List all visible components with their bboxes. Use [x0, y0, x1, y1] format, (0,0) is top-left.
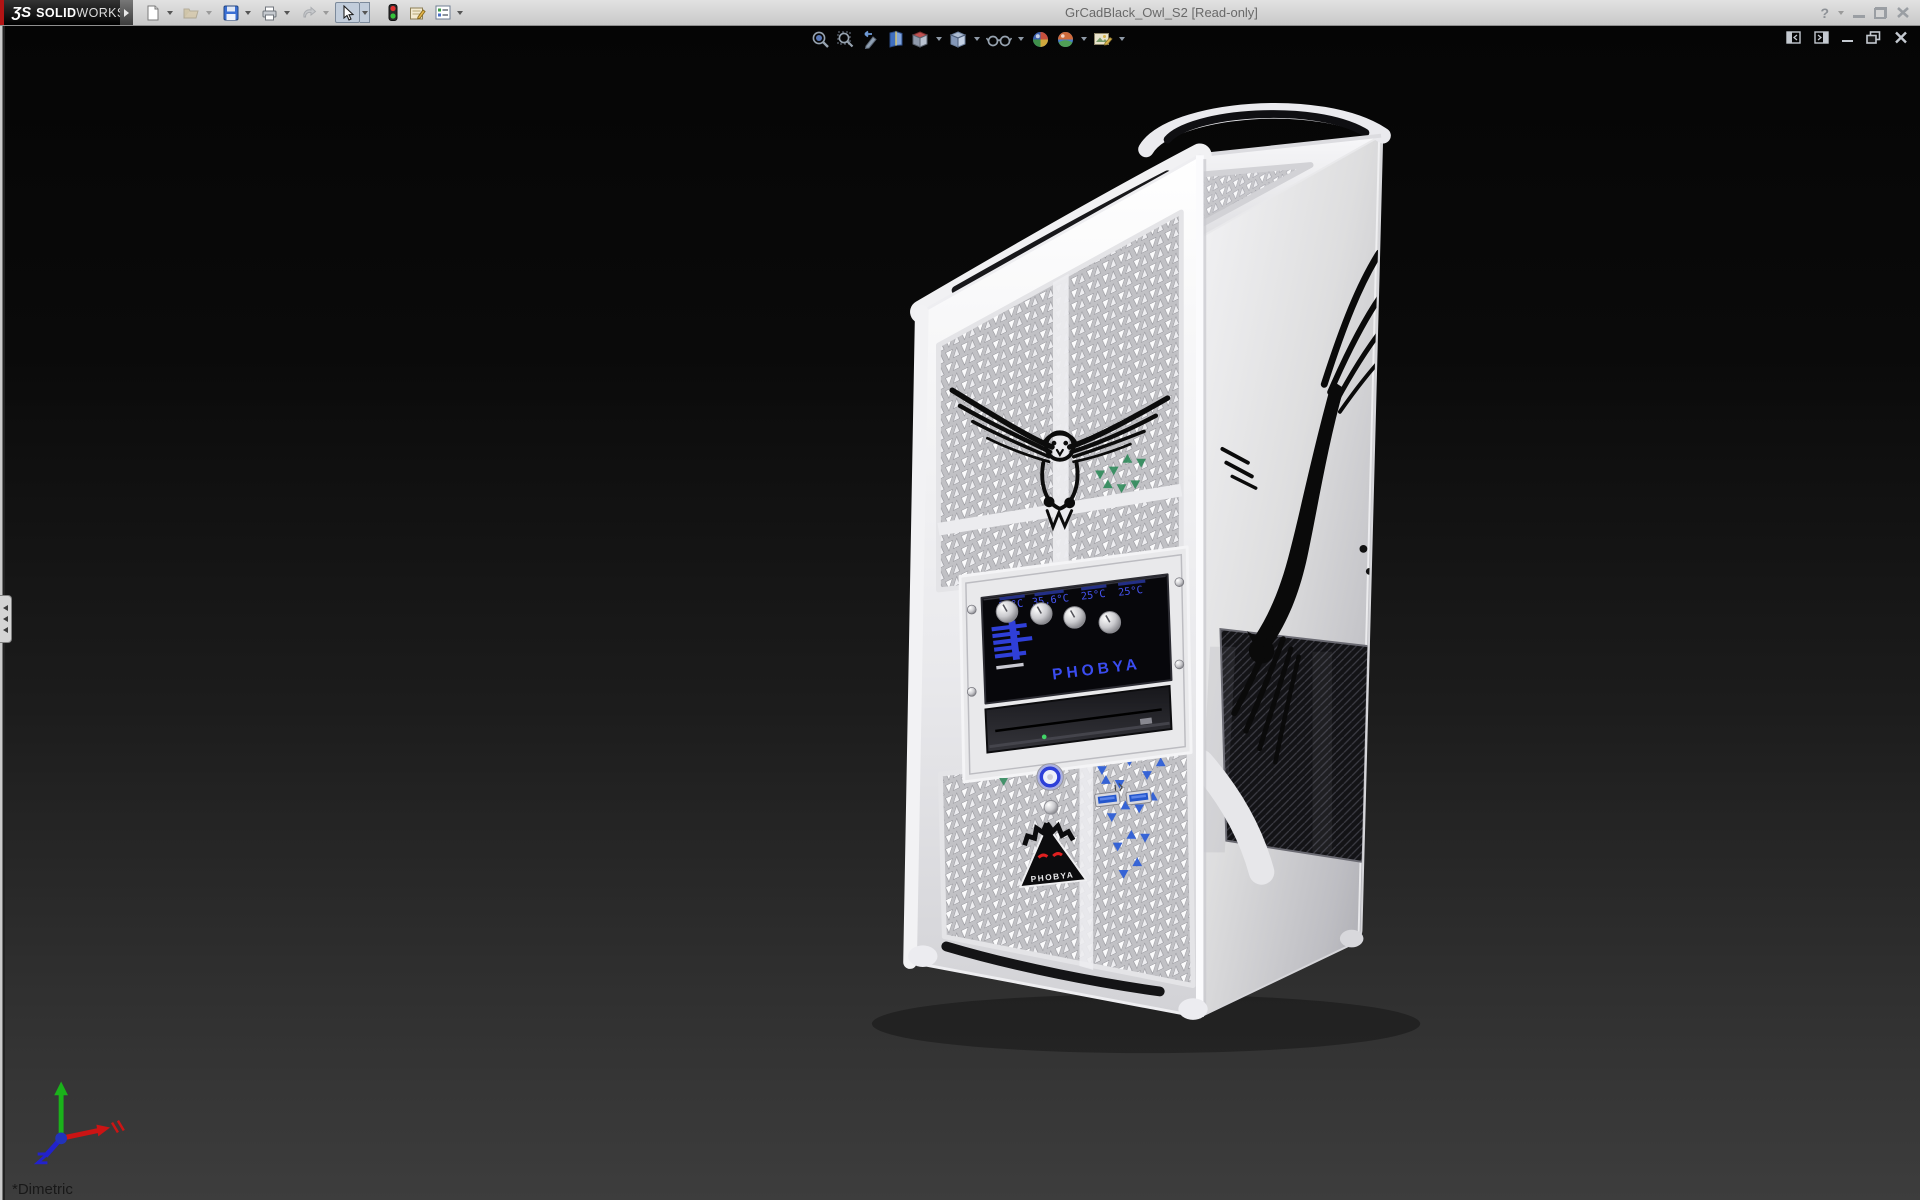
model-reset-button[interactable]: [1044, 801, 1058, 815]
traffic-light-icon: [388, 4, 398, 21]
app-titlebar: ƷS SOLIDWORKS GrCad: [0, 0, 1920, 26]
model-front-left-foot: [908, 945, 937, 967]
chevron-right-icon: [124, 9, 129, 17]
sketch-notepad-icon: [409, 5, 426, 21]
select-dropdown[interactable]: [360, 2, 370, 23]
undo-button[interactable]: [296, 2, 321, 23]
restore-button[interactable]: [1874, 7, 1887, 19]
solidworks-logo-mark-icon: ƷS: [12, 4, 31, 21]
printer-icon: [261, 5, 278, 21]
save-dropdown[interactable]: [243, 2, 253, 23]
options-button[interactable]: [430, 2, 455, 23]
view-orientation-label: *Dimetric: [12, 1181, 73, 1198]
undo-arrow-icon: [300, 5, 317, 21]
triad-x-axis: [96, 1125, 110, 1137]
model-power-button[interactable]: [1037, 764, 1063, 790]
save-floppy-icon: [223, 5, 239, 21]
open-folder-icon: [183, 5, 200, 21]
open-dropdown[interactable]: [204, 2, 214, 23]
sketch-button[interactable]: [405, 2, 430, 23]
options-checklist-icon: [435, 5, 451, 20]
new-dropdown[interactable]: [165, 2, 175, 23]
undo-dropdown[interactable]: [321, 2, 331, 23]
brand-red-stripe: [0, 0, 4, 25]
dvd-led: [1042, 735, 1047, 740]
brand-solid-text: SOLID: [36, 6, 76, 20]
window-controls: ?: [1820, 0, 1910, 25]
graphics-area[interactable]: 25°C 35.6°C 25°C 25°C PHOBYA: [0, 25, 1920, 1200]
new-document-icon: [145, 5, 161, 21]
triad-z-axis: [38, 1154, 48, 1163]
model-canvas[interactable]: 25°C 35.6°C 25°C 25°C PHOBYA: [0, 25, 1920, 1200]
model-front-right-foot: [1178, 998, 1207, 1020]
triad-y-axis: [54, 1082, 68, 1096]
cursor-arrow-icon: [341, 5, 355, 21]
reference-triad: [38, 1082, 124, 1163]
options-dropdown[interactable]: [455, 2, 465, 23]
close-button[interactable]: [1896, 6, 1910, 19]
model-rear-foot: [1340, 930, 1364, 948]
help-button[interactable]: ?: [1820, 5, 1829, 21]
print-dropdown[interactable]: [282, 2, 292, 23]
document-title: GrCadBlack_Owl_S2 [Read-only]: [1065, 0, 1258, 25]
open-document-button[interactable]: [179, 2, 204, 23]
standard-toolbar: [140, 1, 469, 24]
save-button[interactable]: [218, 2, 243, 23]
help-dropdown[interactable]: [1838, 11, 1844, 15]
brand-works-text: WORKS: [76, 6, 125, 20]
minimize-button[interactable]: [1853, 15, 1865, 18]
select-tool-button[interactable]: [335, 2, 360, 23]
new-document-button[interactable]: [140, 2, 165, 23]
print-button[interactable]: [257, 2, 282, 23]
solidworks-logo: ƷS SOLIDWORKS: [0, 0, 120, 25]
rebuild-button[interactable]: [380, 2, 405, 23]
model-side-panel: [1199, 136, 1400, 1017]
menu-expand-button[interactable]: [120, 0, 133, 25]
